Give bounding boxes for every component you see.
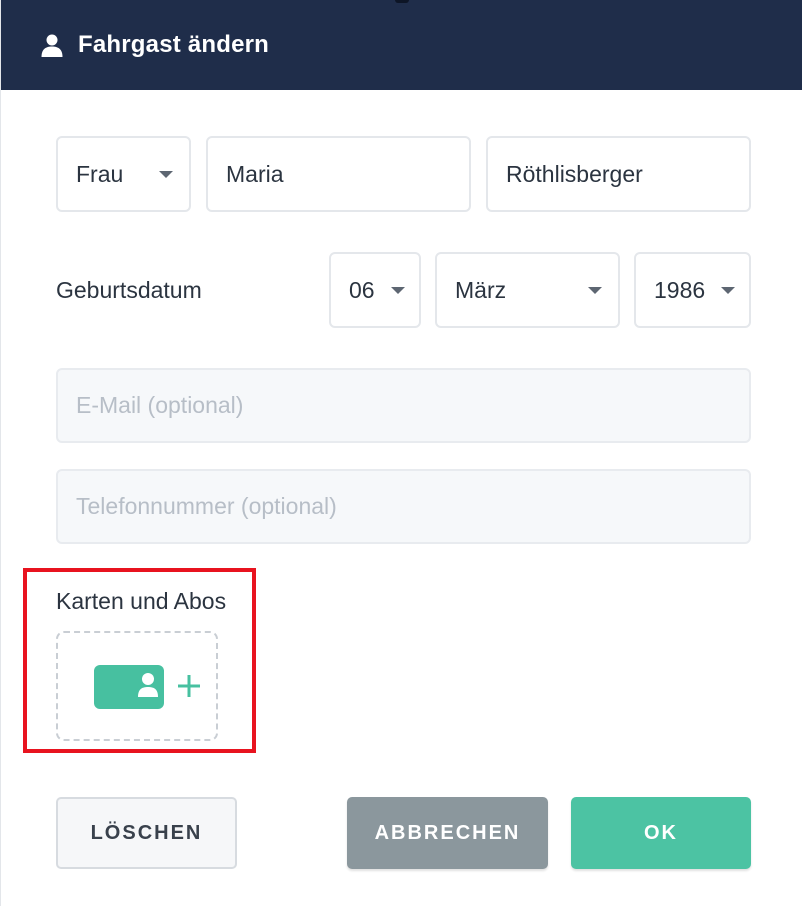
- user-icon: [40, 33, 64, 57]
- birth-year-value: 1986: [654, 276, 706, 303]
- chevron-down-icon: [588, 286, 602, 294]
- dialog-header: Fahrgast ändern: [1, 0, 802, 90]
- salutation-select[interactable]: Frau: [56, 136, 191, 212]
- birth-month-select[interactable]: März: [435, 252, 620, 328]
- ok-button[interactable]: OK: [571, 797, 751, 869]
- dialog-title: Fahrgast ändern: [78, 31, 270, 58]
- phone-placeholder: Telefonnummer (optional): [76, 493, 337, 519]
- birth-year-select[interactable]: 1986: [634, 252, 751, 328]
- delete-button[interactable]: LÖSCHEN: [56, 797, 237, 869]
- first-name-input[interactable]: Maria: [206, 136, 471, 212]
- chevron-down-icon: [159, 170, 173, 178]
- cancel-button[interactable]: ABBRECHEN: [347, 797, 548, 869]
- birth-day-value: 06: [349, 276, 375, 303]
- last-name-input[interactable]: Röthlisberger: [486, 136, 751, 212]
- cards-highlight-box: [23, 568, 256, 753]
- header-notch: [395, 0, 409, 3]
- chevron-down-icon: [721, 286, 735, 294]
- chevron-down-icon: [391, 286, 405, 294]
- email-placeholder: E-Mail (optional): [76, 392, 244, 418]
- first-name-value: Maria: [226, 160, 284, 187]
- phone-input[interactable]: Telefonnummer (optional): [56, 469, 751, 544]
- birth-month-value: März: [455, 276, 507, 303]
- edit-passenger-dialog: Fahrgast ändern Frau Maria Röthlisberger…: [0, 0, 802, 906]
- salutation-value: Frau: [76, 160, 124, 187]
- birth-day-select[interactable]: 06: [329, 252, 421, 328]
- last-name-value: Röthlisberger: [506, 160, 643, 187]
- birthdate-label: Geburtsdatum: [56, 277, 202, 303]
- email-input[interactable]: E-Mail (optional): [56, 368, 751, 443]
